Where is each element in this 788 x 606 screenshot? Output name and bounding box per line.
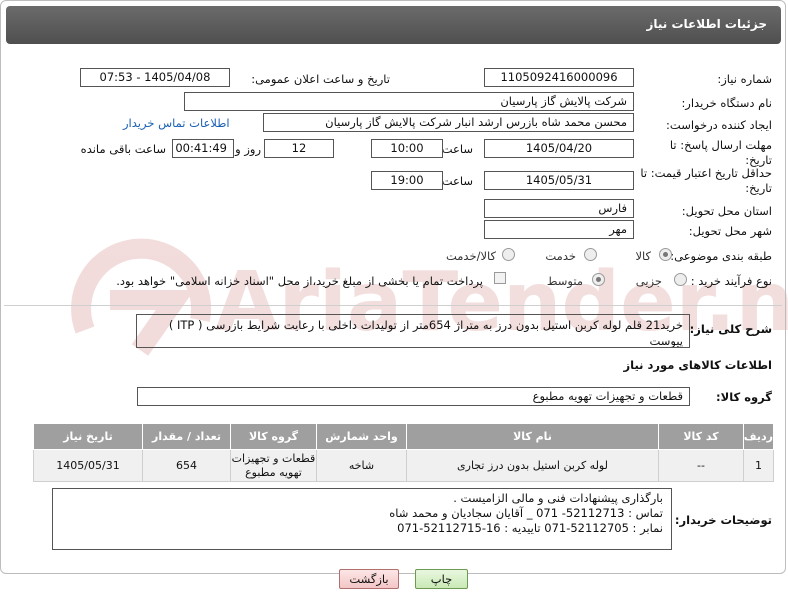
col-group: گروه کالا [230, 423, 317, 450]
deadline-label: مهلت ارسال پاسخ: تا تاریخ: [669, 138, 772, 167]
col-name: نام کالا [406, 423, 659, 450]
description-field[interactable]: خرید21 قلم لوله کربن استیل بدون درز به م… [136, 314, 690, 348]
process-option-minor: جزیی [635, 274, 662, 288]
days-count-field[interactable]: 12 [264, 139, 334, 158]
city-label: شهر محل تحویل: [688, 224, 772, 238]
description-label: شرح کلی نیاز: [689, 322, 772, 336]
col-qty: تعداد / مقدار [142, 423, 231, 450]
province-label: استان محل تحویل: [681, 204, 772, 218]
buyer-notes-field[interactable]: بارگذاری پیشنهادات فنی و مالی الزامیست .… [52, 488, 672, 550]
buyer-notes-label: توضیحات خریدار: [674, 513, 772, 527]
cell-qty: 654 [142, 449, 231, 482]
goods-table-header: ردیف کد کالا نام کالا واحد شمارش گروه کا… [33, 423, 774, 450]
validity-label: حداقل تاریخ اعتبار قیمت: تا تاریخ: [640, 166, 772, 195]
creator-field[interactable]: محسن محمد شاه بازرس ارشد انبار شرکت پالا… [263, 113, 634, 132]
goods-table: ردیف کد کالا نام کالا واحد شمارش گروه کا… [33, 423, 774, 482]
deadline-time-label: ساعت [441, 142, 473, 156]
cell-group: قطعات و تجهیزات تهویه مطبوع [230, 449, 317, 482]
validity-date-field[interactable]: 1405/05/31 [484, 171, 634, 190]
buyer-org-field[interactable]: شرکت پالایش گاز پارسیان [184, 92, 634, 111]
announce-field[interactable]: 1405/04/08 - 07:53 [80, 68, 230, 87]
goods-section-title: اطلاعات کالاهای مورد نیاز [623, 358, 772, 372]
back-button[interactable]: بازگشت [339, 569, 399, 589]
cell-date: 1405/05/31 [33, 449, 143, 482]
remaining-time-field[interactable]: 00:41:49 [172, 139, 234, 158]
category-option-both: کالا/خدمت [445, 249, 496, 263]
divider [4, 305, 782, 306]
process-option-medium: متوسط [546, 274, 583, 288]
announce-label: تاریخ و ساعت اعلان عمومی: [251, 72, 390, 86]
page-header: جزئیات اطلاعات نیاز [6, 6, 781, 44]
cell-row: 1 [743, 449, 774, 482]
process-radio-medium[interactable] [592, 273, 605, 286]
need-number-label: شماره نیاز: [717, 72, 772, 86]
category-radio-both[interactable] [502, 248, 515, 261]
col-unit: واحد شمارش [316, 423, 407, 450]
deadline-time-field[interactable]: 10:00 [371, 139, 443, 158]
remaining-label: ساعت باقی مانده [80, 142, 166, 156]
need-number-field[interactable]: 1105092416000096 [484, 68, 634, 87]
category-option-goods: کالا [635, 249, 651, 263]
cell-unit: شاخه [316, 449, 407, 482]
buyer-contact-link[interactable]: اطلاعات تماس خریدار [123, 116, 230, 130]
province-field[interactable]: فارس [484, 199, 634, 218]
category-option-service: خدمت [545, 249, 576, 263]
payment-note: پرداخت تمام یا بخشی از مبلغ خرید،از محل … [116, 274, 483, 288]
category-radio-goods[interactable] [659, 248, 672, 261]
buyer-notes-line: بارگذاری پیشنهادات فنی و مالی الزامیست . [453, 491, 663, 505]
page-title: جزئیات اطلاعات نیاز [646, 17, 767, 31]
cell-name: لوله کربن استیل بدون درز تجاری [406, 449, 659, 482]
goods-group-label: گروه کالا: [716, 390, 772, 404]
deadline-date-field[interactable]: 1405/04/20 [484, 139, 634, 158]
category-label: طبقه بندی موضوعی: [670, 249, 772, 263]
treasury-payment-checkbox[interactable] [494, 272, 506, 284]
process-label: نوع فرآیند خرید : [690, 274, 772, 288]
validity-time-label: ساعت [441, 174, 473, 188]
cell-code: -- [658, 449, 744, 482]
process-radio-minor[interactable] [674, 273, 687, 286]
print-button[interactable]: چاپ [415, 569, 468, 589]
days-label: روز و [235, 142, 261, 156]
buyer-org-label: نام دستگاه خریدار: [681, 96, 772, 110]
table-row[interactable]: 1 -- لوله کربن استیل بدون درز تجاری شاخه… [33, 449, 774, 482]
buyer-notes-line: نمابر : 52112705-071 تاییدیه : 16-521127… [397, 521, 663, 535]
creator-label: ایجاد کننده درخواست: [666, 118, 772, 132]
col-row: ردیف [743, 423, 774, 450]
validity-time-field[interactable]: 19:00 [371, 171, 443, 190]
city-field[interactable]: مهر [484, 220, 634, 239]
col-date: تاریخ نیاز [33, 423, 143, 450]
buyer-notes-line: تماس : 52112713- 071 _ آقایان سجادیان و … [389, 506, 663, 520]
col-code: کد کالا [658, 423, 744, 450]
goods-group-field[interactable]: قطعات و تجهیزات تهویه مطبوع [137, 387, 690, 406]
category-radio-service[interactable] [584, 248, 597, 261]
